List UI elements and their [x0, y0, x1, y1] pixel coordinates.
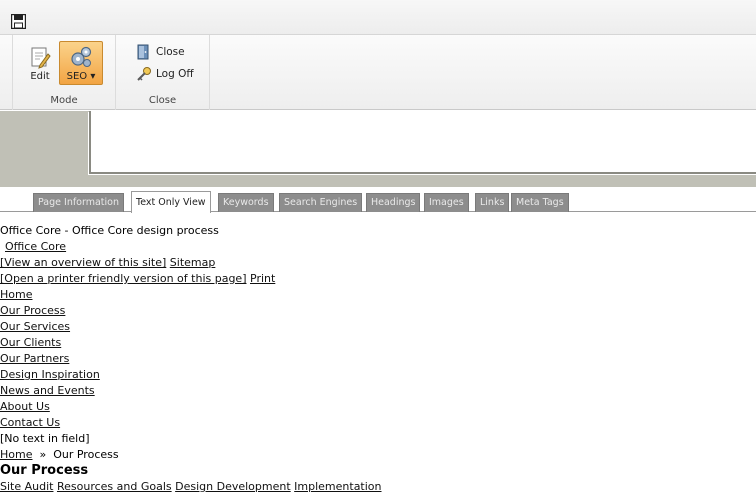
ribbon: Edit SEO ▾ Mode Close Log Off Close [0, 35, 756, 110]
empty-field-text: [No text in field] [0, 432, 90, 445]
edit-icon [31, 47, 51, 69]
print-link[interactable]: Print [250, 272, 275, 285]
tab-search-engines[interactable]: Search Engines [279, 193, 363, 212]
tab-page-information[interactable]: Page Information [33, 193, 125, 212]
breadcrumb: Home » Our Process [0, 447, 756, 463]
save-icon[interactable] [11, 14, 26, 29]
editor-canvas-area [0, 111, 756, 187]
section-heading: Our Process [0, 463, 89, 478]
log-off-button[interactable]: Log Off [136, 65, 194, 83]
tab-images[interactable]: Images [424, 193, 469, 212]
seo-button[interactable]: SEO ▾ [59, 41, 103, 85]
printer-friendly-link[interactable]: [Open a printer friendly version of this… [0, 272, 247, 285]
nav-link-our-partners[interactable]: Our Partners [0, 352, 69, 365]
mode-group-label: Mode [50, 95, 78, 106]
ribbon-group-close: Close Log Off Close [116, 35, 210, 110]
sitemap-link[interactable]: Sitemap [170, 256, 216, 269]
gears-icon [71, 46, 92, 67]
nav-link-about-us[interactable]: About Us [0, 400, 50, 413]
nav-link-our-services[interactable]: Our Services [0, 320, 70, 333]
key-icon [137, 67, 151, 81]
page-title: Office Core - Office Core design process [0, 224, 219, 237]
overview-link[interactable]: [View an overview of this site] [0, 256, 166, 269]
subnav: Site Audit Resources and Goals Design De… [0, 479, 756, 495]
editor-preview-box [89, 111, 756, 174]
title-bar [0, 0, 756, 35]
tab-text-only-view[interactable]: Text Only View [131, 191, 211, 213]
seo-tabs: Page Information Text Only View Keywords… [0, 187, 756, 213]
subnav-link-resources-and-goals[interactable]: Resources and Goals [57, 480, 172, 493]
nav-link-news-and-events[interactable]: News and Events [0, 384, 95, 397]
tab-meta-tags[interactable]: Meta Tags [511, 193, 569, 212]
nav-link-design-inspiration[interactable]: Design Inspiration [0, 368, 100, 381]
log-off-label: Log Off [156, 68, 194, 80]
ribbon-group-mode: Edit SEO ▾ Mode [12, 35, 116, 110]
edit-button[interactable]: Edit [27, 41, 53, 85]
tab-links[interactable]: Links [475, 193, 510, 212]
close-button[interactable]: Close [136, 43, 185, 61]
nav-link-home[interactable]: Home [0, 288, 32, 301]
edit-label: Edit [30, 71, 50, 82]
tab-headings[interactable]: Headings [366, 193, 421, 212]
nav-link-contact-us[interactable]: Contact Us [0, 416, 60, 429]
breadcrumb-separator: » [39, 448, 47, 461]
close-group-label: Close [148, 95, 177, 106]
subnav-link-design-development[interactable]: Design Development [175, 480, 291, 493]
tab-keywords[interactable]: Keywords [218, 193, 274, 212]
site-name-link[interactable]: Office Core [5, 240, 66, 253]
close-label: Close [156, 46, 185, 58]
text-only-view-content: Office Core - Office Core design process… [0, 223, 756, 495]
close-door-icon [137, 44, 149, 60]
subnav-link-implementation[interactable]: Implementation [294, 480, 381, 493]
seo-label: SEO ▾ [66, 71, 96, 82]
subnav-link-site-audit[interactable]: Site Audit [0, 480, 53, 493]
breadcrumb-current: Our Process [53, 448, 119, 461]
nav-link-our-process[interactable]: Our Process [0, 304, 65, 317]
breadcrumb-home-link[interactable]: Home [0, 448, 32, 461]
nav-link-our-clients[interactable]: Our Clients [0, 336, 61, 349]
